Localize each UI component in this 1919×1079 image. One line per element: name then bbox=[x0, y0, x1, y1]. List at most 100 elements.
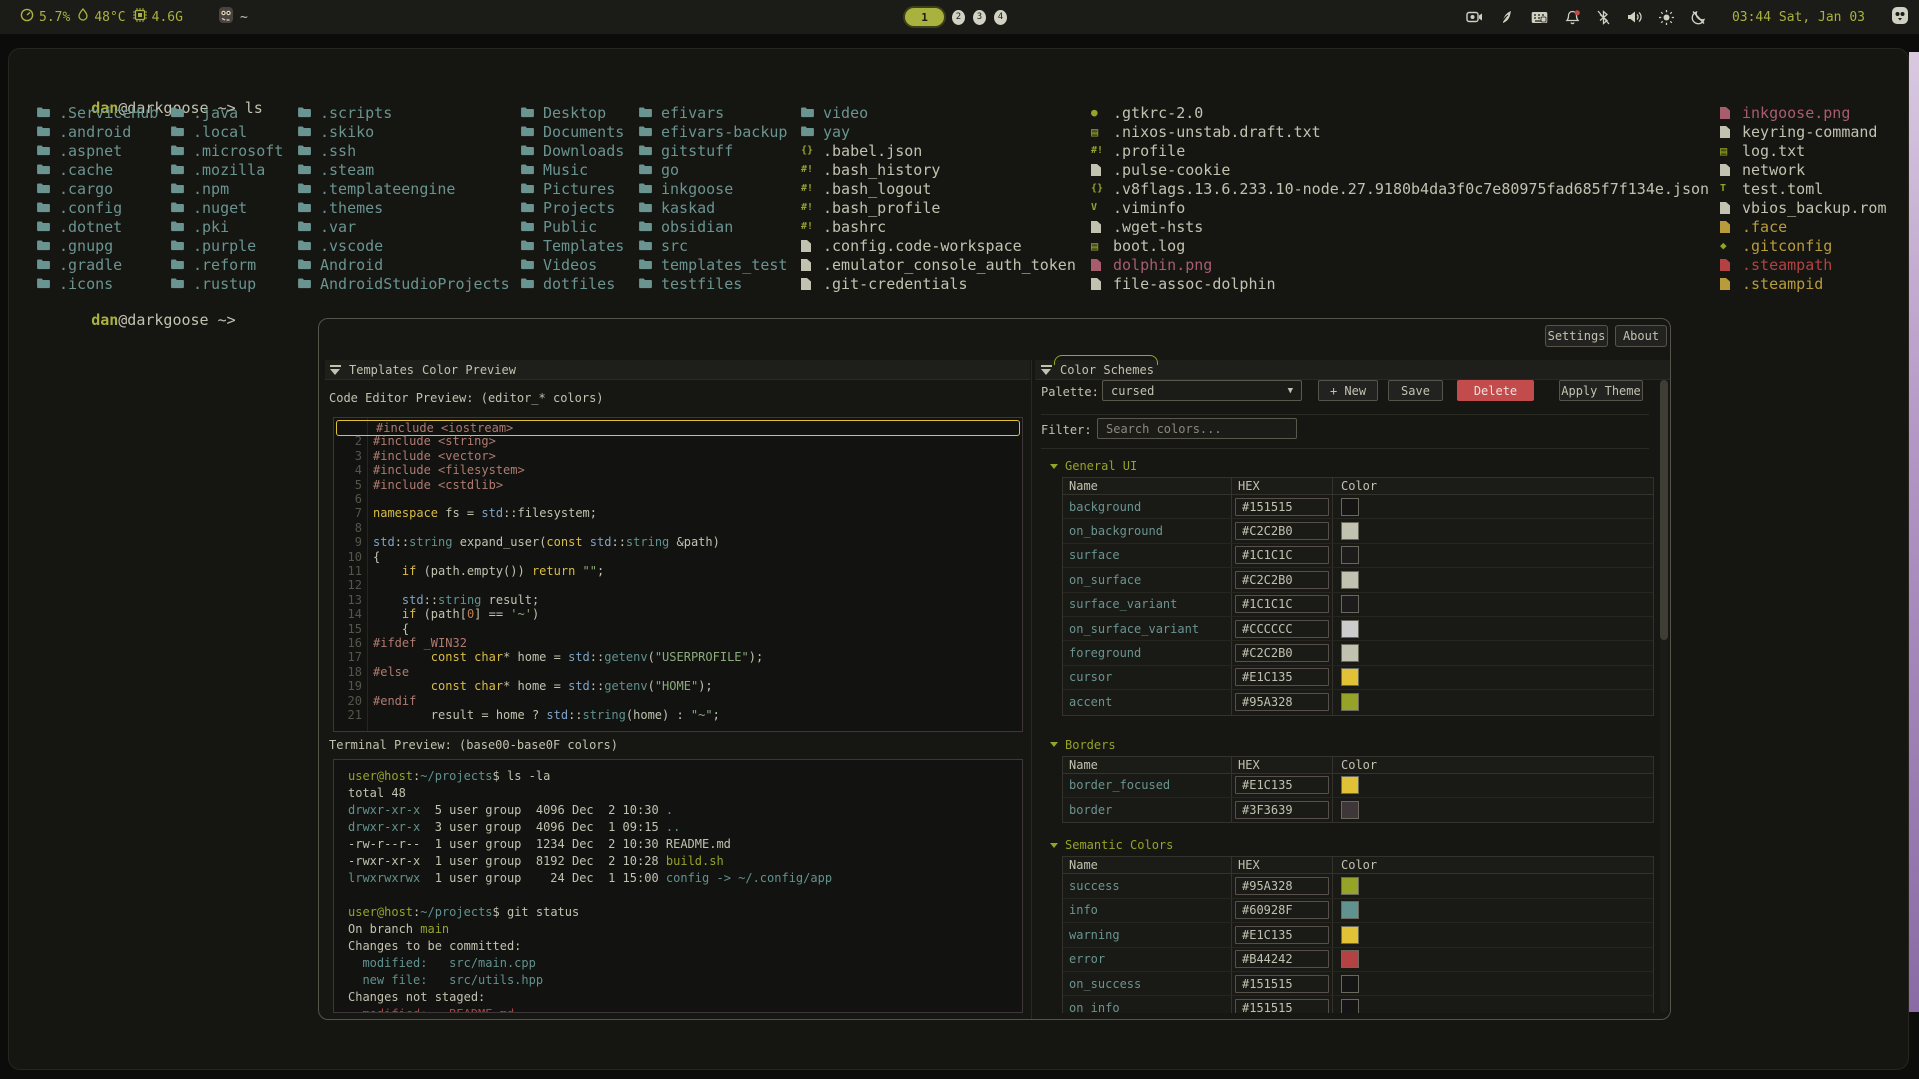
file-entry: .config.code-workspace bbox=[801, 236, 1076, 255]
folder-icon bbox=[521, 240, 543, 251]
file-icon: #! bbox=[801, 183, 823, 194]
scrollbar[interactable] bbox=[1660, 380, 1668, 1013]
file-entry: ▤boot.log bbox=[1091, 236, 1709, 255]
hex-value-field[interactable]: #E1C135 bbox=[1235, 776, 1329, 794]
file-icon: ◆ bbox=[1720, 239, 1742, 252]
hex-value-field[interactable]: #CCCCCC bbox=[1235, 620, 1329, 638]
color-swatch[interactable] bbox=[1341, 877, 1359, 895]
hex-value-field[interactable]: #E1C135 bbox=[1235, 668, 1329, 686]
delete-button[interactable]: Delete bbox=[1457, 380, 1534, 401]
color-swatch[interactable] bbox=[1341, 620, 1359, 638]
color-swatch[interactable] bbox=[1341, 522, 1359, 540]
collapse-icon[interactable] bbox=[1041, 365, 1052, 375]
triangle-collapse-icon bbox=[1050, 464, 1058, 469]
stat-memory-chip[interactable]: 4.6G bbox=[133, 8, 183, 26]
color-swatch[interactable] bbox=[1341, 801, 1359, 819]
hex-value-field[interactable]: #C2C2B0 bbox=[1235, 571, 1329, 589]
color-swatch[interactable] bbox=[1341, 693, 1359, 711]
hex-value-field[interactable]: #3F3639 bbox=[1235, 801, 1329, 819]
file-entry: #!.bashrc bbox=[801, 217, 1076, 236]
pen-icon[interactable] bbox=[1500, 10, 1514, 24]
workspace-2[interactable]: 2 bbox=[952, 10, 965, 25]
code-editor-preview[interactable]: #include <iostream>2#include <string>3#i… bbox=[333, 417, 1023, 732]
shell-prompt-line: dan@darkgoose ~> bbox=[37, 293, 245, 347]
stat-temperature[interactable]: 48°C bbox=[77, 8, 125, 26]
color-swatch[interactable] bbox=[1341, 668, 1359, 686]
new-palette-button[interactable]: + New bbox=[1318, 380, 1378, 401]
palette-dropdown[interactable]: cursed ▼ bbox=[1102, 380, 1302, 401]
hex-value-field[interactable]: #B44242 bbox=[1235, 950, 1329, 968]
color-row: background#151515 bbox=[1063, 495, 1653, 519]
color-swatch[interactable] bbox=[1341, 776, 1359, 794]
code-line: 3#include <vector> bbox=[334, 449, 1022, 463]
section-header-general-ui[interactable]: General UI bbox=[1050, 459, 1137, 473]
hex-value-field[interactable]: #95A328 bbox=[1235, 877, 1329, 895]
scrollbar-thumb[interactable] bbox=[1660, 380, 1668, 640]
color-name: info bbox=[1063, 899, 1232, 922]
volume-icon[interactable] bbox=[1627, 10, 1642, 24]
tab-color-preview[interactable]: Color Preview bbox=[422, 363, 516, 377]
notification-bell-icon[interactable] bbox=[1565, 10, 1580, 25]
terminal-app-icon[interactable] bbox=[218, 6, 234, 28]
hex-value-field[interactable]: #60928F bbox=[1235, 901, 1329, 919]
color-swatch[interactable] bbox=[1341, 901, 1359, 919]
hex-value-field[interactable]: #95A328 bbox=[1235, 693, 1329, 711]
color-name: foreground bbox=[1063, 641, 1232, 664]
workspace-3[interactable]: 3 bbox=[973, 10, 986, 25]
dir-entry: .rustup bbox=[171, 274, 283, 293]
screencast-icon[interactable] bbox=[1466, 10, 1483, 24]
about-button[interactable]: About bbox=[1615, 325, 1667, 347]
keyboard-icon[interactable] bbox=[1531, 11, 1548, 24]
color-swatch[interactable] bbox=[1341, 975, 1359, 993]
section-header-borders[interactable]: Borders bbox=[1050, 738, 1116, 752]
night-light-off-icon[interactable] bbox=[1691, 10, 1706, 25]
dir-entry: .cargo bbox=[37, 179, 158, 198]
hex-value-field[interactable]: #151515 bbox=[1235, 975, 1329, 993]
owl-logo-icon[interactable] bbox=[1891, 5, 1909, 29]
color-swatch[interactable] bbox=[1341, 498, 1359, 516]
stat-gauge[interactable]: 5.7% bbox=[20, 8, 70, 26]
clock[interactable]: 03:44 Sat, Jan 03 bbox=[1732, 10, 1865, 25]
file-entry: ◆.gitconfig bbox=[1720, 236, 1887, 255]
code-line: 5#include <cstdlib> bbox=[334, 478, 1022, 492]
save-button[interactable]: Save bbox=[1388, 380, 1443, 401]
section-header-semantic-colors[interactable]: Semantic Colors bbox=[1050, 838, 1173, 852]
color-name: border_focused bbox=[1063, 774, 1232, 797]
terminal-window[interactable]: dan@darkgoose ~> ls .ServiceHub.android.… bbox=[8, 48, 1909, 1070]
dir-entry: Desktop bbox=[521, 103, 624, 122]
workspace-4[interactable]: 4 bbox=[994, 10, 1007, 25]
hex-value-field[interactable]: #1C1C1C bbox=[1235, 595, 1329, 613]
terminal-preview-line: -rw-r--r-- 1 user group 1234 Dec 2 10:30… bbox=[348, 836, 731, 853]
hex-value-field[interactable]: #E1C135 bbox=[1235, 926, 1329, 944]
hex-value-field[interactable]: #151515 bbox=[1235, 498, 1329, 516]
settings-button[interactable]: Settings bbox=[1545, 325, 1608, 347]
color-swatch[interactable] bbox=[1341, 644, 1359, 662]
tab-templates[interactable]: Templates bbox=[349, 363, 414, 377]
folder-icon bbox=[521, 107, 543, 118]
file-entry: {}.babel.json bbox=[801, 141, 1076, 160]
dir-entry: efivars bbox=[639, 103, 787, 122]
workspace-1-active[interactable]: 1 bbox=[905, 8, 944, 26]
terminal-color-preview[interactable]: user@host:~/projects$ ls -latotal 48drwx… bbox=[333, 759, 1023, 1013]
hex-value-field[interactable]: #151515 bbox=[1235, 999, 1329, 1013]
bluetooth-off-icon[interactable] bbox=[1597, 10, 1610, 25]
color-swatch[interactable] bbox=[1341, 595, 1359, 613]
terminal-preview-line: On branch main bbox=[348, 921, 449, 938]
dir-entry: templates_test bbox=[639, 255, 787, 274]
color-swatch[interactable] bbox=[1341, 926, 1359, 944]
color-swatch[interactable] bbox=[1341, 950, 1359, 968]
apply-theme-button[interactable]: Apply Theme bbox=[1559, 380, 1643, 401]
hex-value-field[interactable]: #C2C2B0 bbox=[1235, 644, 1329, 662]
hex-value-field[interactable]: #C2C2B0 bbox=[1235, 522, 1329, 540]
dir-entry: .android bbox=[37, 122, 158, 141]
color-row: success#95A328 bbox=[1063, 874, 1653, 898]
search-colors-input[interactable] bbox=[1097, 418, 1297, 439]
color-swatch[interactable] bbox=[1341, 999, 1359, 1013]
color-name: success bbox=[1063, 874, 1232, 897]
file-icon bbox=[801, 259, 823, 271]
hex-value-field[interactable]: #1C1C1C bbox=[1235, 546, 1329, 564]
brightness-icon[interactable] bbox=[1659, 10, 1674, 25]
color-swatch[interactable] bbox=[1341, 546, 1359, 564]
collapse-icon[interactable] bbox=[330, 365, 341, 375]
color-swatch[interactable] bbox=[1341, 571, 1359, 589]
